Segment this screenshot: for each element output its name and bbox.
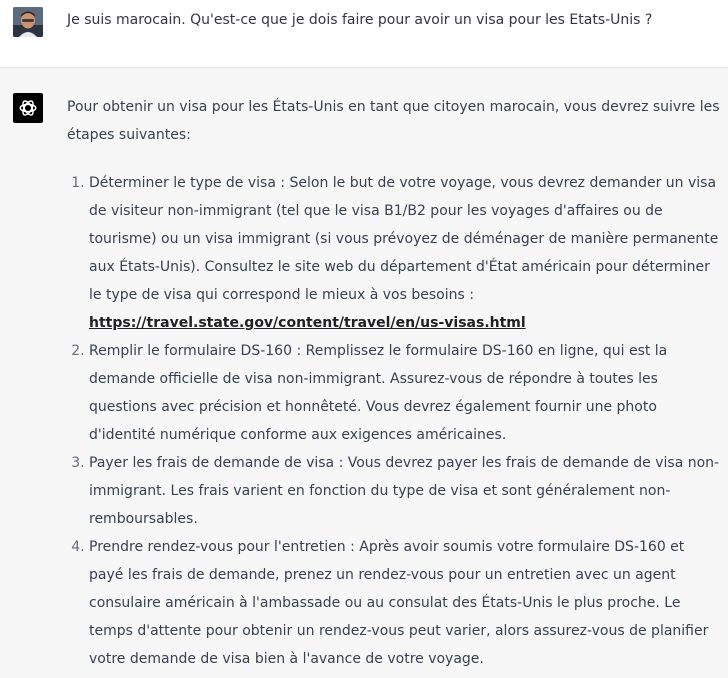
list-item: Prendre rendez-vous pour l'entretien : A…	[89, 533, 722, 673]
user-message-text: Je suis marocain. Qu'est-ce que je dois …	[67, 12, 653, 28]
openai-logo-icon	[19, 100, 37, 116]
step-text: Remplir le formulaire DS-160 : Remplisse…	[89, 343, 668, 443]
steps-list: Déterminer le type de visa : Selon le bu…	[67, 169, 722, 673]
visa-info-link[interactable]: https://travel.state.gov/content/travel/…	[89, 315, 526, 331]
assistant-message-content: Pour obtenir un visa pour les États-Unis…	[67, 93, 722, 673]
user-avatar	[13, 7, 43, 37]
step-text: Payer les frais de demande de visa : Vou…	[89, 455, 720, 527]
user-message-row: Je suis marocain. Qu'est-ce que je dois …	[0, 0, 728, 68]
list-item: Payer les frais de demande de visa : Vou…	[89, 449, 722, 533]
step-text: Prendre rendez-vous pour l'entretien : A…	[89, 539, 709, 667]
assistant-message-row: Pour obtenir un visa pour les États-Unis…	[0, 68, 728, 678]
assistant-avatar	[13, 93, 43, 123]
step-text: Déterminer le type de visa : Selon le bu…	[89, 175, 719, 303]
answer-intro: Pour obtenir un visa pour les États-Unis…	[67, 99, 720, 143]
list-item: Déterminer le type de visa : Selon le bu…	[89, 169, 722, 337]
user-photo-avatar-icon	[13, 7, 43, 37]
list-item: Remplir le formulaire DS-160 : Remplisse…	[89, 337, 722, 449]
